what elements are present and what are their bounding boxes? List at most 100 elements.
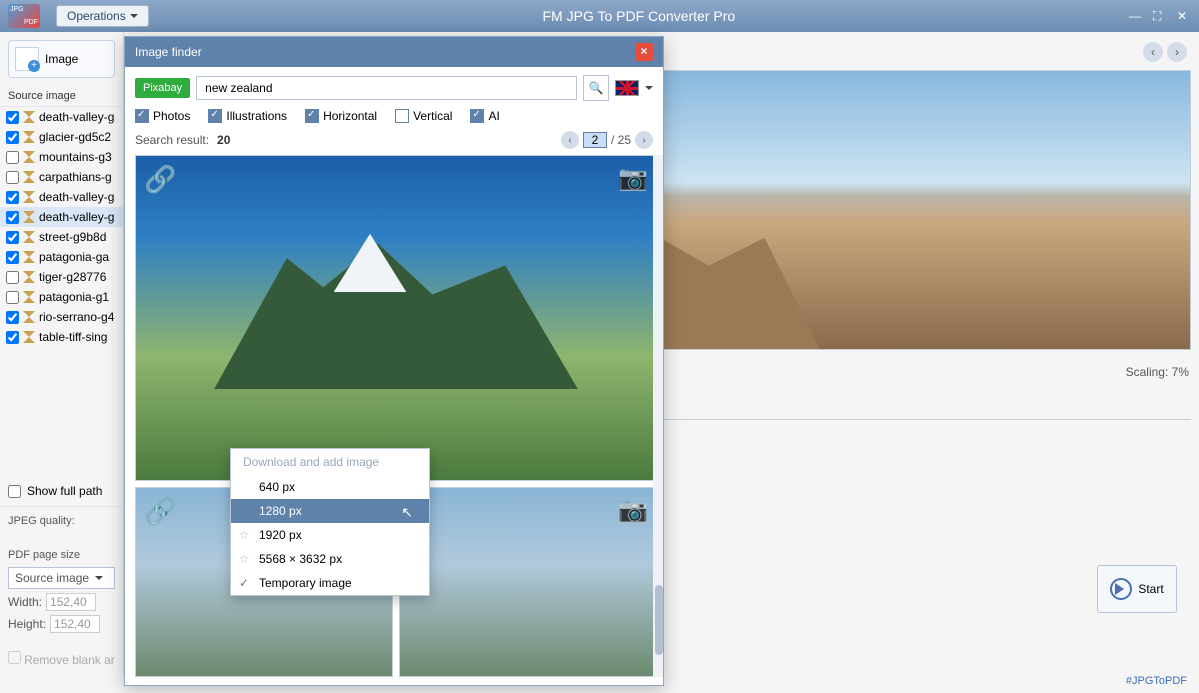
title-bar: Operations FM JPG To PDF Converter Pro —… [0, 0, 1199, 32]
source-filename: mountains-g3 [39, 150, 112, 164]
download-original[interactable]: ☆5568 × 3632 px [231, 547, 429, 571]
hourglass-icon [23, 211, 35, 223]
source-row[interactable]: table-tiff-sing [0, 327, 123, 347]
close-icon[interactable]: ✕ [1177, 9, 1191, 23]
source-list: death-valley-g glacier-gd5c2 mountains-g3 c… [0, 107, 123, 476]
hourglass-icon [23, 171, 35, 183]
pdf-page-size-label: PDF page size [8, 549, 115, 561]
filter-horizontal[interactable]: Horizontal [305, 109, 377, 123]
scroll-thumb[interactable] [655, 585, 663, 655]
height-label: Height: [8, 617, 46, 631]
source-filename: death-valley-g [39, 190, 114, 204]
show-full-path-label: Show full path [27, 484, 102, 498]
hourglass-icon [23, 131, 35, 143]
play-icon [1110, 578, 1132, 600]
operations-button[interactable]: Operations [56, 5, 149, 27]
scrollbar[interactable] [653, 155, 663, 677]
source-row[interactable]: glacier-gd5c2 [0, 127, 123, 147]
download-1280[interactable]: 1280 px↖ [231, 499, 429, 523]
context-menu-header: Download and add image [231, 449, 429, 475]
start-button[interactable]: Start [1097, 565, 1177, 613]
show-full-path[interactable]: Show full path [8, 484, 115, 498]
source-row[interactable]: carpathians-g [0, 167, 123, 187]
filter-photos[interactable]: Photos [135, 109, 190, 123]
filter-illustrations[interactable]: Illustrations [208, 109, 287, 123]
left-settings: JPEG quality: PDF page size Source image… [0, 506, 123, 675]
dialog-title: Image finder [135, 45, 202, 59]
source-checkbox[interactable] [6, 291, 19, 304]
jpeg-quality-label: JPEG quality: [8, 515, 115, 527]
page-total: / 25 [611, 133, 631, 147]
app-title: FM JPG To PDF Converter Pro [149, 8, 1129, 24]
show-full-path-checkbox[interactable] [8, 485, 21, 498]
cursor-icon: ↖ [401, 504, 413, 521]
source-row[interactable]: death-valley-g [0, 107, 123, 127]
source-row[interactable]: tiger-g28776 [0, 267, 123, 287]
source-filename: death-valley-g [39, 210, 114, 224]
width-input[interactable] [46, 593, 96, 611]
camera-icon: 📷 [618, 496, 648, 525]
filter-vertical[interactable]: Vertical [395, 109, 452, 123]
star-icon: ☆ [239, 552, 250, 566]
flag-uk-icon[interactable] [615, 80, 639, 96]
hourglass-icon [23, 191, 35, 203]
left-panel: Image Source image death-valley-g glacier… [0, 32, 124, 675]
link-icon: 🔗 [144, 164, 176, 195]
page-next[interactable]: › [635, 131, 653, 149]
source-filename: glacier-gd5c2 [39, 130, 111, 144]
start-label: Start [1138, 582, 1163, 596]
source-row[interactable]: patagonia-ga [0, 247, 123, 267]
add-image-button[interactable]: Image [8, 40, 115, 78]
source-row[interactable]: street-g9b8d [0, 227, 123, 247]
dialog-title-bar: Image finder × [125, 37, 663, 67]
source-row[interactable]: rio-serrano-g4 [0, 307, 123, 327]
source-row[interactable]: mountains-g3 [0, 147, 123, 167]
link-icon: 🔗 [144, 496, 176, 527]
source-checkbox[interactable] [6, 311, 19, 324]
result-thumbnail[interactable]: 📷 [399, 487, 657, 677]
download-640[interactable]: 640 px [231, 475, 429, 499]
search-icon: 🔍 [589, 81, 604, 95]
add-image-label: Image [45, 52, 78, 66]
source-filename: patagonia-g1 [39, 290, 109, 304]
maximize-icon[interactable]: ⛶ [1153, 9, 1167, 23]
source-checkbox[interactable] [6, 231, 19, 244]
minimize-icon[interactable]: — [1129, 9, 1143, 23]
camera-icon: 📷 [618, 164, 648, 193]
source-checkbox[interactable] [6, 331, 19, 344]
page-input[interactable] [583, 132, 607, 148]
temporary-image[interactable]: ✓Temporary image [231, 571, 429, 595]
chevron-down-icon[interactable] [645, 86, 653, 94]
source-checkbox[interactable] [6, 191, 19, 204]
result-thumbnail[interactable]: 🔗 📷 [135, 155, 657, 481]
download-1920[interactable]: ☆1920 px [231, 523, 429, 547]
source-row[interactable]: death-valley-g [0, 187, 123, 207]
source-checkbox[interactable] [6, 151, 19, 164]
source-filename: patagonia-ga [39, 250, 109, 264]
filter-ai[interactable]: AI [470, 109, 499, 123]
prev-image-button[interactable]: ‹ [1143, 42, 1163, 62]
dialog-close-button[interactable]: × [635, 43, 653, 61]
hourglass-icon [23, 231, 35, 243]
hourglass-icon [23, 271, 35, 283]
source-checkbox[interactable] [6, 171, 19, 184]
page-prev[interactable]: ‹ [561, 131, 579, 149]
source-checkbox[interactable] [6, 111, 19, 124]
app-icon [8, 4, 40, 28]
source-checkbox[interactable] [6, 211, 19, 224]
height-input[interactable] [50, 615, 100, 633]
source-checkbox[interactable] [6, 131, 19, 144]
image-plus-icon [15, 47, 39, 71]
source-checkbox[interactable] [6, 251, 19, 264]
remove-blank[interactable]: Remove blank ar [8, 651, 115, 667]
next-image-button[interactable]: › [1167, 42, 1187, 62]
result-count: 20 [217, 133, 230, 147]
page-size-select[interactable]: Source image [8, 567, 115, 589]
source-checkbox[interactable] [6, 271, 19, 284]
result-label: Search result: [135, 133, 209, 147]
source-row[interactable]: death-valley-g [0, 207, 123, 227]
source-row[interactable]: patagonia-g1 [0, 287, 123, 307]
search-input[interactable] [196, 76, 577, 100]
source-badge[interactable]: Pixabay [135, 78, 190, 98]
search-button[interactable]: 🔍 [583, 75, 609, 101]
